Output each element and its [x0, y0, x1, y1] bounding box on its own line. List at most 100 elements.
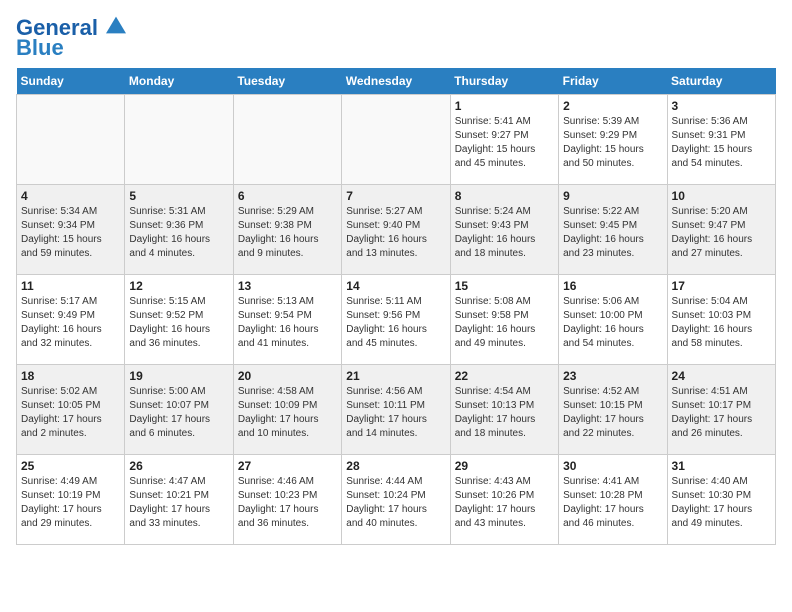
day-info: Sunrise: 5:36 AM Sunset: 9:31 PM Dayligh… — [672, 115, 771, 171]
calendar-cell: 3 Sunrise: 5:36 AM Sunset: 9:31 PM Daylig… — [667, 95, 775, 185]
calendar-header-row: SundayMondayTuesdayWednesdayThursdayFrid… — [17, 68, 776, 95]
day-number: 28 — [346, 459, 445, 473]
calendar-cell: 21 Sunrise: 4:56 AM Sunset: 10:11 PM Dayl… — [342, 365, 450, 455]
day-info: Sunrise: 5:15 AM Sunset: 9:52 PM Dayligh… — [129, 295, 228, 351]
calendar-cell: 19 Sunrise: 5:00 AM Sunset: 10:07 PM Dayl… — [125, 365, 233, 455]
calendar-cell: 6Sunrise: 5:29 AM Sunset: 9:38 PM Daylig… — [233, 185, 341, 275]
day-info: Sunrise: 5:27 AM Sunset: 9:40 PM Dayligh… — [346, 205, 445, 261]
day-number: 15 — [455, 279, 554, 293]
calendar-cell: 26 Sunrise: 4:47 AM Sunset: 10:21 PM Dayl… — [125, 455, 233, 545]
calendar-cell: 17 Sunrise: 5:04 AM Sunset: 10:03 PM Dayl… — [667, 275, 775, 365]
day-number: 10 — [672, 189, 771, 203]
calendar-cell: 16 Sunrise: 5:06 AM Sunset: 10:00 PM Dayl… — [559, 275, 667, 365]
calendar-cell: 29Sunrise: 4:43 AM Sunset: 10:26 PM Dayl… — [450, 455, 558, 545]
day-info: Sunrise: 4:46 AM Sunset: 10:23 PM Daylig… — [238, 475, 337, 531]
day-number: 31 — [672, 459, 771, 473]
day-info: Sunrise: 5:20 AM Sunset: 9:47 PM Dayligh… — [672, 205, 771, 261]
calendar-table: SundayMondayTuesdayWednesdayThursdayFrid… — [16, 68, 776, 545]
day-header-sunday: Sunday — [17, 68, 125, 95]
day-header-thursday: Thursday — [450, 68, 558, 95]
calendar-week-row: 18 Sunrise: 5:02 AM Sunset: 10:05 PM Dayl… — [17, 365, 776, 455]
calendar-week-row: 4 Sunrise: 5:34 AM Sunset: 9:34 PM Daylig… — [17, 185, 776, 275]
day-number: 16 — [563, 279, 662, 293]
calendar-cell: 1Sunrise: 5:41 AM Sunset: 9:27 PM Daylig… — [450, 95, 558, 185]
day-number: 30 — [563, 459, 662, 473]
day-info: Sunrise: 4:47 AM Sunset: 10:21 PM Daylig… — [129, 475, 228, 531]
day-number: 14 — [346, 279, 445, 293]
calendar-cell: 22 Sunrise: 4:54 AM Sunset: 10:13 PM Dayl… — [450, 365, 558, 455]
day-info: Sunrise: 5:08 AM Sunset: 9:58 PM Dayligh… — [455, 295, 554, 351]
day-number: 7 — [346, 189, 445, 203]
day-number: 21 — [346, 369, 445, 383]
day-info: Sunrise: 5:00 AM Sunset: 10:07 PM Daylig… — [129, 385, 228, 441]
day-info: Sunrise: 4:41 AM Sunset: 10:28 PM Daylig… — [563, 475, 662, 531]
day-number: 26 — [129, 459, 228, 473]
calendar-cell: 28 Sunrise: 4:44 AM Sunset: 10:24 PM Dayl… — [342, 455, 450, 545]
day-info: Sunrise: 4:51 AM Sunset: 10:17 PM Daylig… — [672, 385, 771, 441]
calendar-cell: 9 Sunrise: 5:22 AM Sunset: 9:45 PM Daylig… — [559, 185, 667, 275]
calendar-cell: 5 Sunrise: 5:31 AM Sunset: 9:36 PM Daylig… — [125, 185, 233, 275]
calendar-cell: 23Sunrise: 4:52 AM Sunset: 10:15 PM Dayl… — [559, 365, 667, 455]
day-number: 1 — [455, 99, 554, 113]
day-number: 18 — [21, 369, 120, 383]
calendar-cell: 4 Sunrise: 5:34 AM Sunset: 9:34 PM Daylig… — [17, 185, 125, 275]
day-number: 3 — [672, 99, 771, 113]
day-info: Sunrise: 4:49 AM Sunset: 10:19 PM Daylig… — [21, 475, 120, 531]
day-number: 24 — [672, 369, 771, 383]
day-header-monday: Monday — [125, 68, 233, 95]
day-number: 29 — [455, 459, 554, 473]
day-info: Sunrise: 4:44 AM Sunset: 10:24 PM Daylig… — [346, 475, 445, 531]
page-header: General Blue — [16, 16, 776, 60]
day-info: Sunrise: 5:06 AM Sunset: 10:00 PM Daylig… — [563, 295, 662, 351]
day-info: Sunrise: 5:04 AM Sunset: 10:03 PM Daylig… — [672, 295, 771, 351]
calendar-cell — [125, 95, 233, 185]
calendar-cell: 27Sunrise: 4:46 AM Sunset: 10:23 PM Dayl… — [233, 455, 341, 545]
calendar-cell: 25Sunrise: 4:49 AM Sunset: 10:19 PM Dayl… — [17, 455, 125, 545]
calendar-week-row: 1Sunrise: 5:41 AM Sunset: 9:27 PM Daylig… — [17, 95, 776, 185]
day-info: Sunrise: 5:13 AM Sunset: 9:54 PM Dayligh… — [238, 295, 337, 351]
calendar-week-row: 11 Sunrise: 5:17 AM Sunset: 9:49 PM Dayli… — [17, 275, 776, 365]
calendar-cell: 31 Sunrise: 4:40 AM Sunset: 10:30 PM Dayl… — [667, 455, 775, 545]
day-info: Sunrise: 5:39 AM Sunset: 9:29 PM Dayligh… — [563, 115, 662, 171]
calendar-cell: 12 Sunrise: 5:15 AM Sunset: 9:52 PM Dayli… — [125, 275, 233, 365]
day-info: Sunrise: 5:17 AM Sunset: 9:49 PM Dayligh… — [21, 295, 120, 351]
calendar-cell: 7 Sunrise: 5:27 AM Sunset: 9:40 PM Daylig… — [342, 185, 450, 275]
day-info: Sunrise: 5:02 AM Sunset: 10:05 PM Daylig… — [21, 385, 120, 441]
day-number: 12 — [129, 279, 228, 293]
calendar-cell — [342, 95, 450, 185]
calendar-cell: 10 Sunrise: 5:20 AM Sunset: 9:47 PM Dayli… — [667, 185, 775, 275]
day-info: Sunrise: 4:54 AM Sunset: 10:13 PM Daylig… — [455, 385, 554, 441]
day-info: Sunrise: 5:31 AM Sunset: 9:36 PM Dayligh… — [129, 205, 228, 261]
calendar-cell — [17, 95, 125, 185]
day-number: 2 — [563, 99, 662, 113]
day-info: Sunrise: 4:40 AM Sunset: 10:30 PM Daylig… — [672, 475, 771, 531]
calendar-cell: 11 Sunrise: 5:17 AM Sunset: 9:49 PM Dayli… — [17, 275, 125, 365]
day-header-wednesday: Wednesday — [342, 68, 450, 95]
day-number: 17 — [672, 279, 771, 293]
day-number: 5 — [129, 189, 228, 203]
calendar-cell: 30 Sunrise: 4:41 AM Sunset: 10:28 PM Dayl… — [559, 455, 667, 545]
day-number: 4 — [21, 189, 120, 203]
day-number: 13 — [238, 279, 337, 293]
logo: General Blue — [16, 16, 126, 60]
day-number: 8 — [455, 189, 554, 203]
calendar-cell: 24 Sunrise: 4:51 AM Sunset: 10:17 PM Dayl… — [667, 365, 775, 455]
day-header-friday: Friday — [559, 68, 667, 95]
day-info: Sunrise: 5:22 AM Sunset: 9:45 PM Dayligh… — [563, 205, 662, 261]
day-info: Sunrise: 5:34 AM Sunset: 9:34 PM Dayligh… — [21, 205, 120, 261]
day-number: 6 — [238, 189, 337, 203]
day-number: 23 — [563, 369, 662, 383]
day-number: 20 — [238, 369, 337, 383]
logo-icon — [106, 15, 126, 35]
day-info: Sunrise: 4:56 AM Sunset: 10:11 PM Daylig… — [346, 385, 445, 441]
day-number: 19 — [129, 369, 228, 383]
day-number: 22 — [455, 369, 554, 383]
calendar-cell: 2 Sunrise: 5:39 AM Sunset: 9:29 PM Daylig… — [559, 95, 667, 185]
day-number: 11 — [21, 279, 120, 293]
day-info: Sunrise: 5:24 AM Sunset: 9:43 PM Dayligh… — [455, 205, 554, 261]
day-info: Sunrise: 5:11 AM Sunset: 9:56 PM Dayligh… — [346, 295, 445, 351]
calendar-cell: 15 Sunrise: 5:08 AM Sunset: 9:58 PM Dayli… — [450, 275, 558, 365]
day-header-tuesday: Tuesday — [233, 68, 341, 95]
calendar-cell: 14 Sunrise: 5:11 AM Sunset: 9:56 PM Dayli… — [342, 275, 450, 365]
day-number: 9 — [563, 189, 662, 203]
